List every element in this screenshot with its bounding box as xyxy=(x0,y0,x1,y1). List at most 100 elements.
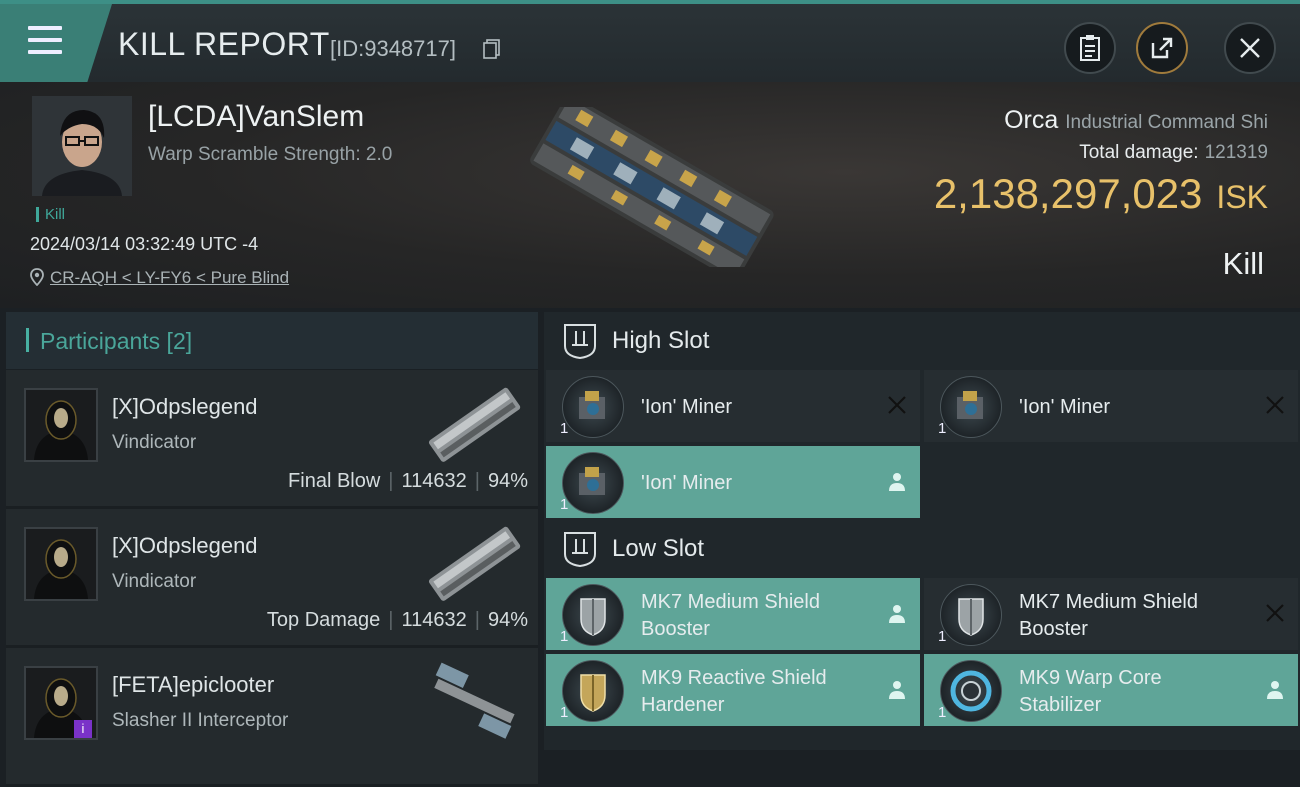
ship-name[interactable]: Orca Industrial Command Shi xyxy=(1004,106,1268,135)
fitting-panel: High Slot 1 'Ion' Miner 1 'Ion' Miner 1 … xyxy=(544,312,1300,750)
destroyed-icon xyxy=(888,396,906,414)
high-slot-icon xyxy=(564,324,596,360)
participant-row[interactable]: i [FETA]epiclooter Slasher II Intercepto… xyxy=(6,648,538,787)
module-name-line1: MK7 Medium Shield xyxy=(1019,591,1198,613)
portrait-image xyxy=(32,96,132,196)
module-quantity: 1 xyxy=(938,628,947,645)
isk-unit: ISK xyxy=(1216,179,1268,215)
victim-name[interactable]: [LCDA]VanSlem xyxy=(148,100,364,134)
victim-portrait[interactable] xyxy=(32,96,132,196)
isk-value: 2,138,297,023 ISK xyxy=(934,170,1268,218)
participant-row[interactable]: [X]Odpslegend Vindicator Top Damage | 1146… xyxy=(6,509,538,648)
module-quantity: 1 xyxy=(560,628,569,645)
header-bar: KILL REPORT [ID:9348717] xyxy=(0,0,1300,82)
participant-stats: Top Damage | 114632 | 94% xyxy=(266,609,528,631)
participants-label: Participants [2] xyxy=(40,328,193,354)
participant-avatar xyxy=(24,527,98,601)
module-quantity: 1 xyxy=(560,704,569,721)
module-quantity: 1 xyxy=(560,420,569,437)
mining-laser-icon xyxy=(940,376,1002,438)
total-damage: Total damage: 121319 xyxy=(1079,142,1268,164)
dropped-person-icon xyxy=(889,681,905,699)
shield-hardener-icon xyxy=(562,660,624,722)
participant-ship: Slasher II Interceptor xyxy=(112,710,289,731)
module-name-line2: Booster xyxy=(1019,618,1088,640)
low-slot-label: Low Slot xyxy=(612,535,705,562)
module-name: 'Ion' Miner xyxy=(1019,396,1111,418)
participant-avatar: i xyxy=(24,666,98,740)
shield-booster-icon xyxy=(940,584,1002,646)
participant-ship: Vindicator xyxy=(112,571,197,592)
participants-header[interactable]: Participants [2] xyxy=(6,312,538,370)
participant-role: Final Blow xyxy=(288,470,381,492)
module-name-line1: MK7 Medium Shield xyxy=(641,591,820,613)
dropped-person-icon xyxy=(889,605,905,623)
module-slot[interactable]: 1 MK7 Medium Shield Booster xyxy=(546,578,920,650)
high-slot-label: High Slot xyxy=(612,327,710,354)
clipboard-button[interactable] xyxy=(1064,22,1116,74)
module-quantity: 1 xyxy=(938,420,947,437)
participant-stats: Final Blow | 114632 | 94% xyxy=(288,470,528,492)
low-slot-icon xyxy=(564,532,596,568)
participant-ship-icon xyxy=(428,387,521,462)
location-pin-icon xyxy=(30,268,44,286)
participant-avatar xyxy=(24,388,98,462)
kill-tag: Kill xyxy=(36,207,65,222)
close-button[interactable] xyxy=(1224,22,1276,74)
warp-scramble-strength: Warp Scramble Strength: 2.0 xyxy=(148,144,393,165)
destroyed-icon xyxy=(1266,604,1284,622)
module-slot[interactable]: 1 MK9 Reactive Shield Hardener xyxy=(546,654,920,726)
participant-damage: 114632 xyxy=(401,609,467,631)
module-name: 'Ion' Miner xyxy=(641,396,733,418)
destroyed-icon xyxy=(1266,396,1284,414)
isk-amount: 2,138,297,023 xyxy=(933,170,1203,217)
module-quantity: 1 xyxy=(560,496,569,513)
total-damage-value: 121319 xyxy=(1204,142,1268,163)
participant-damage: 114632 xyxy=(401,470,467,492)
low-slot-header: Low Slot xyxy=(544,520,1300,578)
participants-panel: Participants [2] [X]Odpslegend Vindicato… xyxy=(6,312,538,787)
clipboard-icon xyxy=(1080,35,1100,61)
module-slot[interactable]: 1 MK7 Medium Shield Booster xyxy=(924,578,1298,650)
module-name-line1: MK9 Warp Core xyxy=(1019,667,1162,689)
participant-name: [X]Odpslegend xyxy=(112,533,258,558)
module-name: 'Ion' Miner xyxy=(641,472,733,494)
participant-percent: 94% xyxy=(487,470,528,492)
dropped-person-icon xyxy=(1267,681,1283,699)
module-name-line2: Hardener xyxy=(641,694,725,716)
module-quantity: 1 xyxy=(938,704,947,721)
participant-name: [FETA]epiclooter xyxy=(112,672,275,697)
report-id: [ID:9348717] xyxy=(330,36,456,61)
info-badge: i xyxy=(74,720,92,738)
share-button[interactable] xyxy=(1136,22,1188,74)
ship-type: Orca xyxy=(1004,106,1059,134)
module-slot[interactable]: 1 'Ion' Miner xyxy=(546,370,920,442)
module-name-line2: Booster xyxy=(641,618,710,640)
module-slot[interactable]: 1 'Ion' Miner xyxy=(546,446,920,518)
module-slot[interactable]: 1 'Ion' Miner xyxy=(924,370,1298,442)
menu-icon xyxy=(28,26,62,30)
module-name-line2: Stabilizer xyxy=(1019,694,1102,716)
high-slot-header: High Slot xyxy=(544,312,1300,370)
shield-booster-icon xyxy=(562,584,624,646)
close-icon xyxy=(1240,38,1260,58)
result-label: Kill xyxy=(1222,246,1264,281)
dropped-person-icon xyxy=(889,473,905,491)
participant-ship: Vindicator xyxy=(112,432,197,453)
ship-render xyxy=(530,107,774,267)
ship-class: Industrial Command Shi xyxy=(1065,112,1268,133)
kill-timestamp: 2024/03/14 03:32:49 UTC -4 xyxy=(30,234,259,254)
module-name: MK7 Medium Shield Booster xyxy=(1019,589,1198,643)
module-name-line1: MK9 Reactive Shield xyxy=(641,667,827,689)
mining-laser-icon xyxy=(562,452,624,514)
menu-button[interactable] xyxy=(0,4,112,82)
total-damage-label: Total damage: xyxy=(1079,142,1199,163)
participant-row[interactable]: [X]Odpslegend Vindicator Final Blow | 1146… xyxy=(6,370,538,509)
participant-ship-icon xyxy=(434,662,515,739)
copy-icon[interactable] xyxy=(483,39,501,59)
participant-role: Top Damage xyxy=(266,609,381,631)
module-slot[interactable]: 1 MK9 Warp Core Stabilizer xyxy=(924,654,1298,726)
participant-name: [X]Odpslegend xyxy=(112,394,258,419)
location-link[interactable]: CR-AQH < LY-FY6 < Pure Blind xyxy=(30,268,289,288)
participant-percent: 94% xyxy=(487,609,528,631)
